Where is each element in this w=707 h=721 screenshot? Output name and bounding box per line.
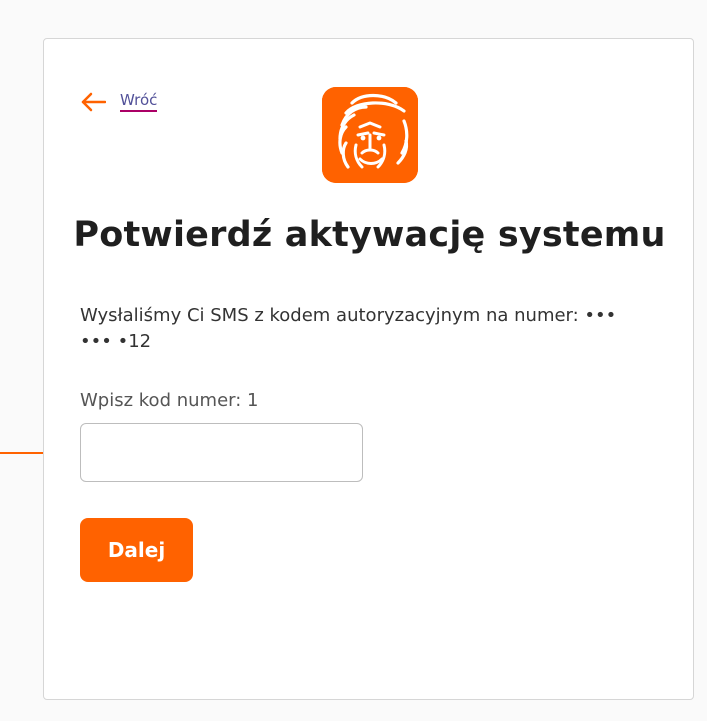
- code-field-label: Wpisz kod numer: 1: [80, 390, 259, 411]
- sms-info-text: Wysłaliśmy Ci SMS z kodem autoryzacyjnym…: [80, 305, 617, 352]
- lion-logo-icon: [322, 87, 418, 183]
- page-title: Potwierdź aktywację systemu: [73, 215, 666, 255]
- arrow-left-icon: [81, 92, 106, 111]
- sms-code-input[interactable]: [80, 423, 363, 482]
- page: Wróć Potwierdź aktywację systemu Wysłali…: [0, 0, 707, 721]
- next-button[interactable]: Dalej: [80, 518, 193, 582]
- back-link-label: Wróć: [120, 91, 158, 112]
- activation-card: Wróć Potwierdź aktywację systemu Wysłali…: [43, 38, 694, 700]
- back-link[interactable]: Wróć: [80, 91, 158, 112]
